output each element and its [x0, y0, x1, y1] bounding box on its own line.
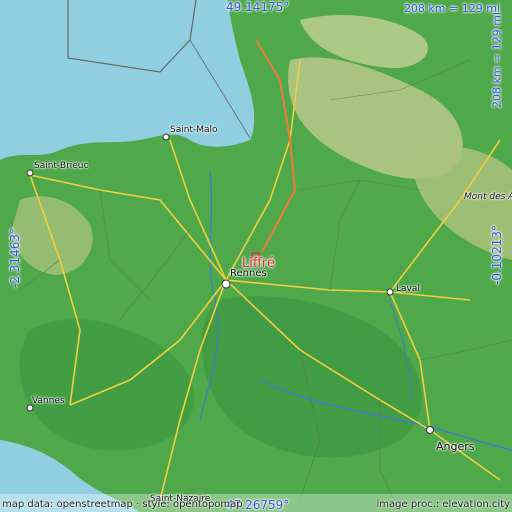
scale-label-top: 208 km = 129 mi [403, 2, 500, 15]
place-saint-malo: Saint-Malo [170, 125, 218, 135]
place-mont-des-avaloirs: Mont des A [464, 192, 512, 202]
scale-label-side: 208 km = 129 mi [490, 11, 504, 109]
place-laval: Laval [396, 284, 420, 294]
place-angers: Angers [436, 440, 475, 453]
map-data-credit: map data: openstreetmap · style: opentop… [2, 499, 243, 510]
place-vannes: Vannes [32, 396, 65, 406]
coord-east-label: -0.10213° [490, 225, 504, 285]
coord-west-label: -2.31463° [8, 228, 22, 288]
highlighted-place-liffre[interactable]: Liffré [242, 256, 275, 271]
coord-north-label: 49.14175° [226, 0, 290, 14]
map-canvas[interactable]: 49.14175° 208 km = 129 mi -2.31463° -0.1… [0, 0, 512, 512]
place-saint-brieuc: Saint-Brieuc [34, 161, 89, 171]
image-proc-credit: image proc.: elevation.city [376, 499, 511, 510]
